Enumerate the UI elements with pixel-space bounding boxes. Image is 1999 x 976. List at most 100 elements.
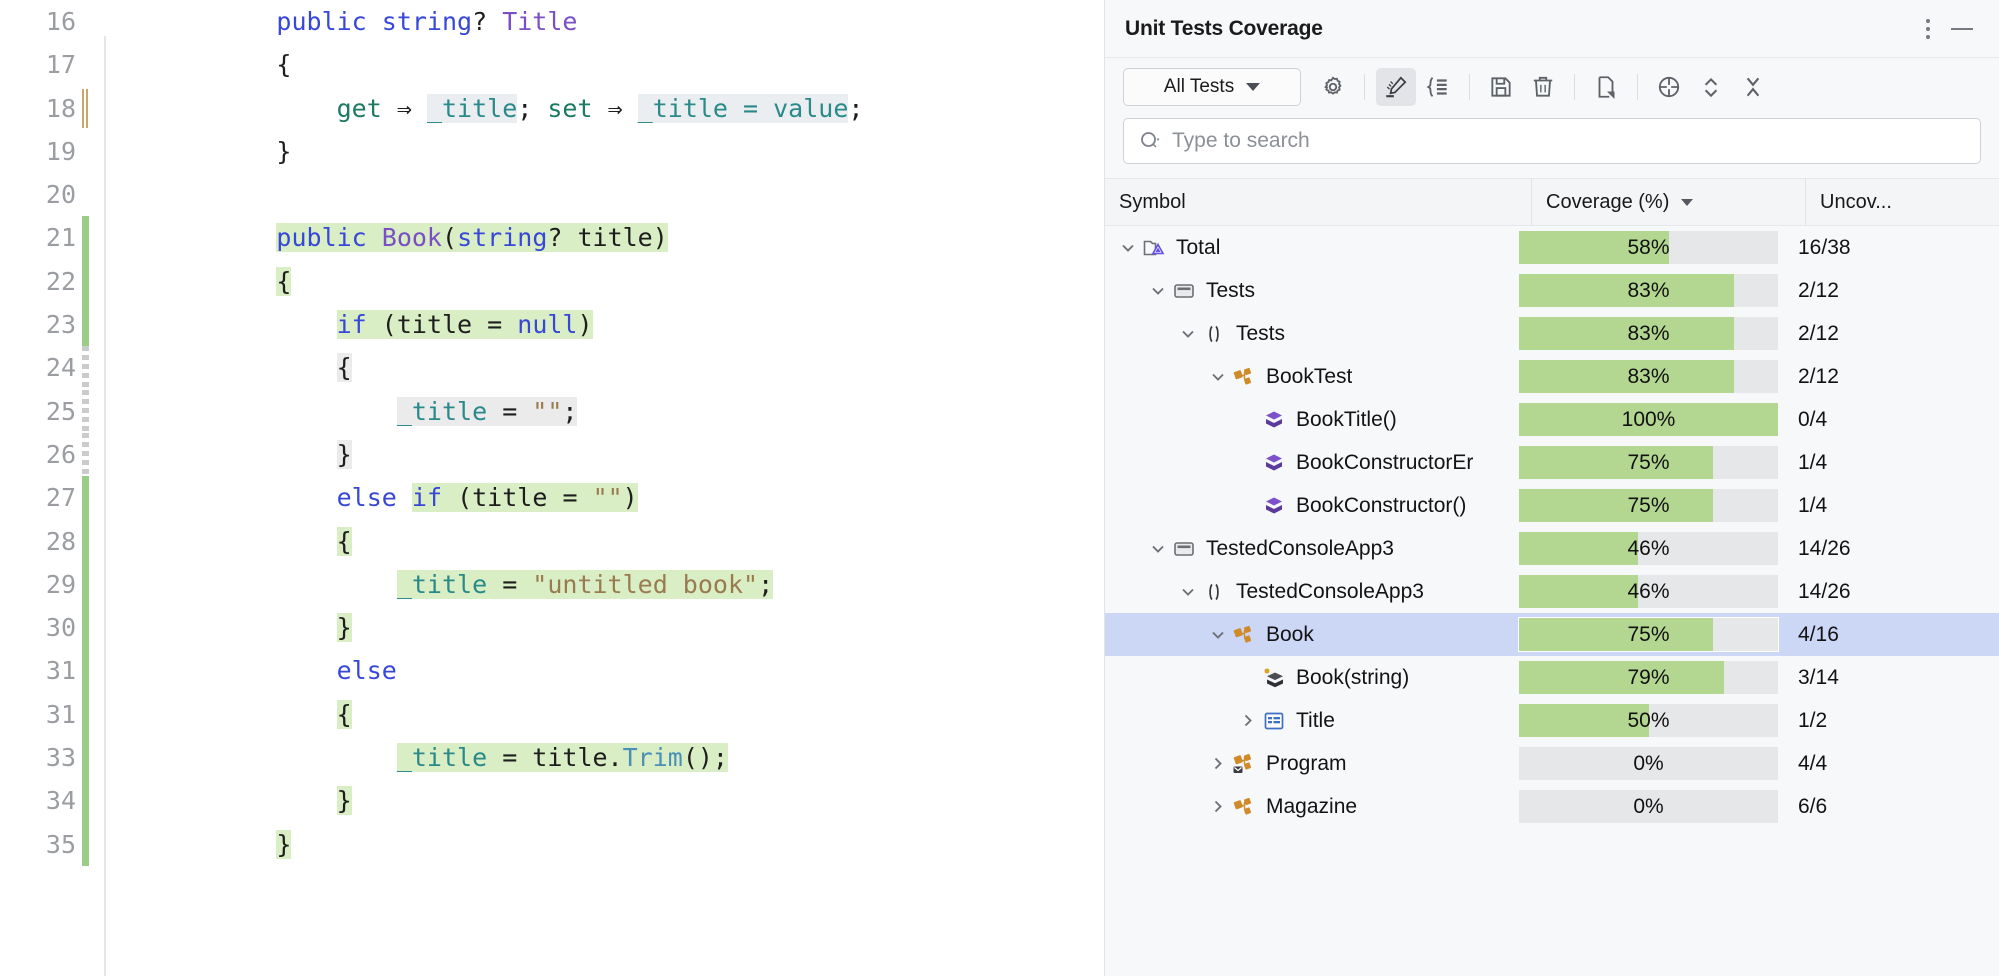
code-line[interactable]: 24 { — [0, 346, 1104, 389]
coverage-gutter-marker[interactable] — [76, 0, 90, 43]
twisty-collapsed-icon[interactable] — [1235, 699, 1261, 742]
coverage-gutter-marker[interactable] — [76, 736, 90, 779]
code-text[interactable]: else — [140, 649, 1104, 692]
twisty-expanded-icon[interactable] — [1175, 312, 1201, 355]
code-text[interactable]: } — [140, 779, 1104, 822]
coverage-tree-row[interactable]: Title50%1/2 — [1105, 699, 1999, 742]
coverage-tree-row[interactable]: Total58%16/38 — [1105, 226, 1999, 269]
coverage-row-symbol[interactable]: BookConstructor() — [1105, 484, 1517, 527]
minimize-button[interactable] — [1945, 12, 1979, 46]
column-header-symbol[interactable]: Symbol — [1105, 191, 1531, 214]
coverage-gutter-marker[interactable] — [76, 87, 90, 130]
twisty-collapsed-icon[interactable] — [1205, 785, 1231, 828]
coverage-gutter-marker[interactable] — [76, 390, 90, 433]
code-line[interactable]: 30 } — [0, 606, 1104, 649]
code-line[interactable]: 27 else if (title = "") — [0, 476, 1104, 519]
test-filter-dropdown[interactable]: All Tests — [1123, 68, 1301, 106]
code-text[interactable]: else if (title = "") — [140, 476, 1104, 519]
code-line[interactable]: 26 } — [0, 433, 1104, 476]
autoscroll-to-source-button[interactable] — [1649, 68, 1689, 106]
coverage-gutter-marker[interactable] — [76, 649, 90, 692]
code-text[interactable]: public string? Title — [140, 0, 1104, 43]
coverage-row-symbol[interactable]: Title — [1105, 699, 1517, 742]
coverage-row-symbol[interactable]: BookTest — [1105, 355, 1517, 398]
twisty-expanded-icon[interactable] — [1205, 355, 1231, 398]
code-line[interactable]: 31 else — [0, 649, 1104, 692]
coverage-row-symbol[interactable]: Total — [1105, 226, 1517, 269]
code-text[interactable]: } — [140, 606, 1104, 649]
coverage-tree-row[interactable]: BookConstructor()75%1/4 — [1105, 484, 1999, 527]
coverage-row-symbol[interactable]: Tests — [1105, 312, 1517, 355]
coverage-gutter-marker[interactable] — [76, 216, 90, 259]
code-text[interactable]: { — [140, 520, 1104, 563]
code-line[interactable]: 33 _title = title.Trim(); — [0, 736, 1104, 779]
code-line[interactable]: 23 if (title = null) — [0, 303, 1104, 346]
coverage-gutter-marker[interactable] — [76, 779, 90, 822]
twisty-expanded-icon[interactable] — [1205, 613, 1231, 656]
coverage-tree-row[interactable]: Tests83%2/12 — [1105, 269, 1999, 312]
show-code-structure-button[interactable] — [1418, 68, 1458, 106]
coverage-row-symbol[interactable]: Tests — [1105, 269, 1517, 312]
code-text[interactable]: if (title = null) — [140, 303, 1104, 346]
settings-button[interactable] — [1313, 68, 1353, 106]
coverage-row-symbol[interactable]: Book — [1105, 613, 1517, 656]
code-line[interactable]: 29 _title = "untitled book"; — [0, 563, 1104, 606]
coverage-row-symbol[interactable]: TestedConsoleApp3 — [1105, 527, 1517, 570]
more-options-button[interactable] — [1911, 12, 1945, 46]
coverage-gutter-marker[interactable] — [76, 606, 90, 649]
coverage-tree-row[interactable]: BookTitle()100%0/4 — [1105, 398, 1999, 441]
coverage-tree-row[interactable]: Book75%4/16 — [1105, 613, 1999, 656]
coverage-gutter-marker[interactable] — [76, 260, 90, 303]
coverage-gutter-marker[interactable] — [76, 303, 90, 346]
coverage-gutter-marker[interactable] — [76, 476, 90, 519]
coverage-tree-row[interactable]: TestedConsoleApp346%14/26 — [1105, 527, 1999, 570]
coverage-gutter-marker[interactable] — [76, 130, 90, 173]
code-text[interactable]: get ⇒ _title; set ⇒ _title = value; — [140, 87, 1104, 130]
coverage-gutter-marker[interactable] — [76, 520, 90, 563]
code-line[interactable]: 20 — [0, 173, 1104, 216]
code-line[interactable]: 22 { — [0, 260, 1104, 303]
code-editor[interactable]: 16 public string? Title17 {18 get ⇒ _tit… — [0, 0, 1104, 976]
twisty-expanded-icon[interactable] — [1145, 269, 1171, 312]
search-input[interactable]: Type to search — [1172, 129, 1310, 153]
expand-collapse-button[interactable] — [1691, 68, 1731, 106]
code-line[interactable]: 18 get ⇒ _title; set ⇒ _title = value; — [0, 87, 1104, 130]
code-line[interactable]: 34 } — [0, 779, 1104, 822]
code-text[interactable]: { — [140, 260, 1104, 303]
coverage-row-symbol[interactable]: TestedConsoleApp3 — [1105, 570, 1517, 613]
delete-snapshot-button[interactable] — [1523, 68, 1563, 106]
code-line[interactable]: 31 { — [0, 693, 1104, 736]
coverage-gutter-marker[interactable] — [76, 173, 90, 216]
twisty-expanded-icon[interactable] — [1145, 527, 1171, 570]
code-text[interactable]: { — [140, 346, 1104, 389]
coverage-row-symbol[interactable]: Book(string) — [1105, 656, 1517, 699]
coverage-gutter-marker[interactable] — [76, 563, 90, 606]
code-line[interactable]: 21 public Book(string? title) — [0, 216, 1104, 259]
code-line[interactable]: 28 { — [0, 520, 1104, 563]
code-line[interactable]: 17 { — [0, 43, 1104, 86]
coverage-gutter-marker[interactable] — [76, 433, 90, 476]
code-line[interactable]: 19 } — [0, 130, 1104, 173]
coverage-gutter-marker[interactable] — [76, 346, 90, 389]
coverage-tree-row[interactable]: Book(string)79%3/14 — [1105, 656, 1999, 699]
code-line[interactable]: 16 public string? Title — [0, 0, 1104, 43]
coverage-tree[interactable]: Total58%16/38Tests83%2/12Tests83%2/12Boo… — [1105, 226, 1999, 976]
coverage-gutter-marker[interactable] — [76, 43, 90, 86]
coverage-tree-row[interactable]: Program0%4/4 — [1105, 742, 1999, 785]
code-line[interactable]: 35 } — [0, 823, 1104, 866]
code-line[interactable]: 25 _title = ""; — [0, 390, 1104, 433]
coverage-tree-row[interactable]: Magazine0%6/6 — [1105, 785, 1999, 828]
code-text[interactable]: _title = ""; — [140, 390, 1104, 433]
code-text[interactable]: } — [140, 433, 1104, 476]
code-lines-container[interactable]: 16 public string? Title17 {18 get ⇒ _tit… — [0, 0, 1104, 976]
generate-report-button[interactable] — [1586, 68, 1626, 106]
coverage-gutter-marker[interactable] — [76, 823, 90, 866]
twisty-expanded-icon[interactable] — [1175, 570, 1201, 613]
show-coverage-highlighting-button[interactable] — [1376, 68, 1416, 106]
coverage-row-symbol[interactable]: Magazine — [1105, 785, 1517, 828]
code-text[interactable]: } — [140, 823, 1104, 866]
coverage-tree-row[interactable]: TestedConsoleApp346%14/26 — [1105, 570, 1999, 613]
coverage-row-symbol[interactable]: BookConstructorEr — [1105, 441, 1517, 484]
coverage-tree-row[interactable]: BookConstructorEr75%1/4 — [1105, 441, 1999, 484]
code-text[interactable]: { — [140, 693, 1104, 736]
